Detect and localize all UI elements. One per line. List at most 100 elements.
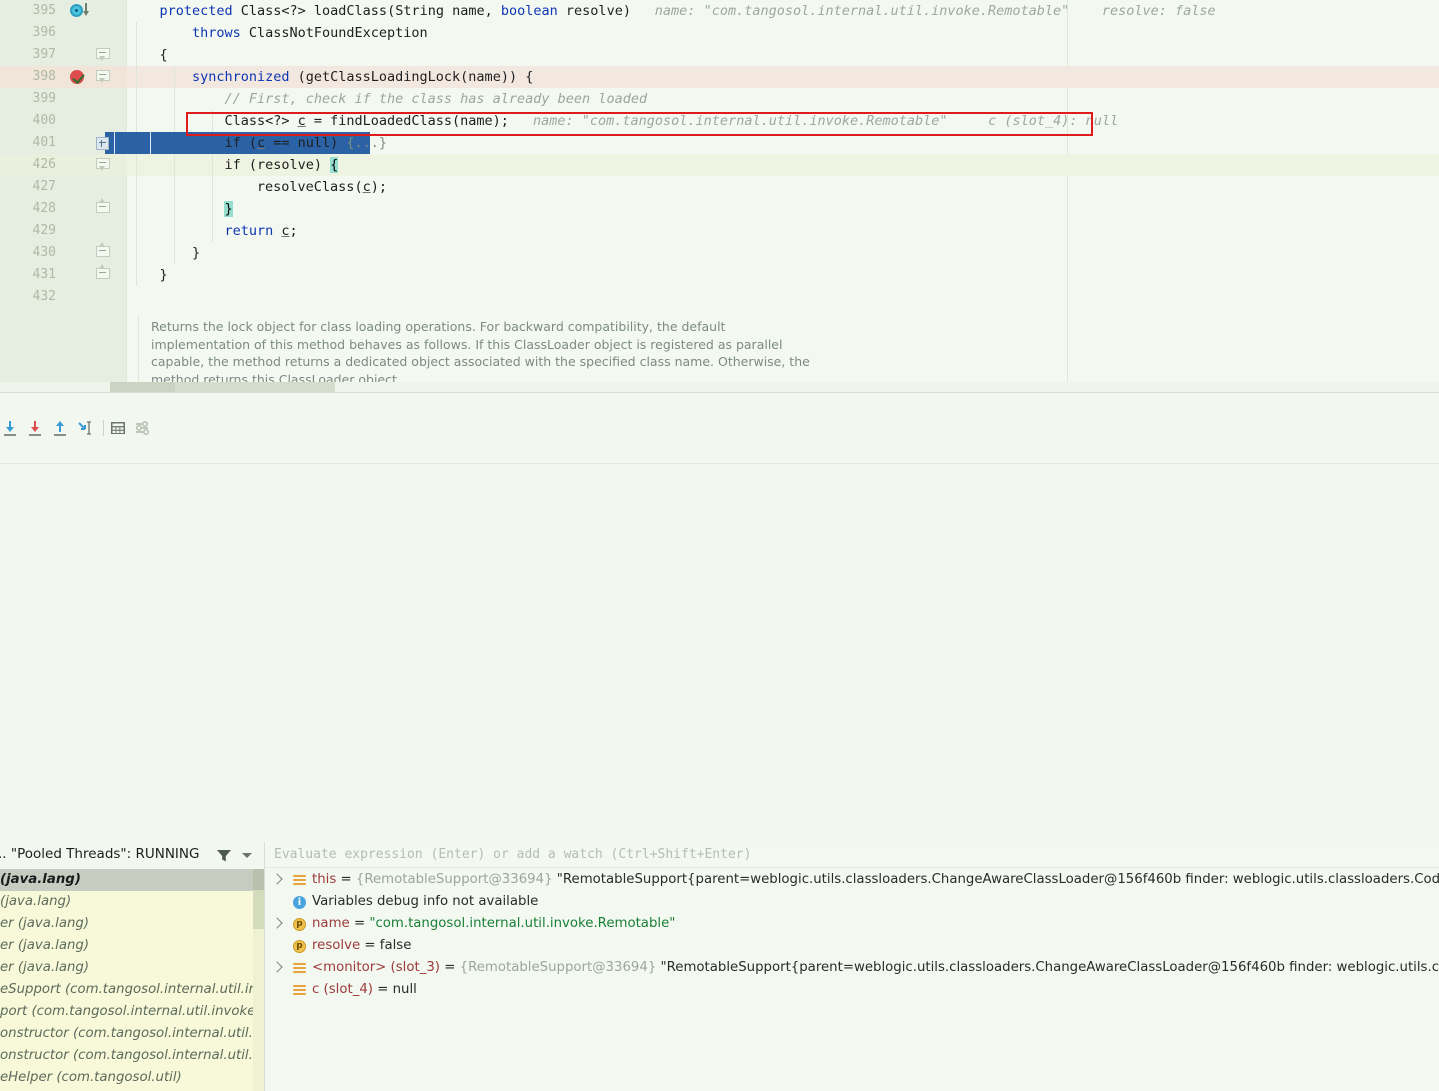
code-line[interactable]: 396 throws ClassNotFoundException <box>0 22 1439 44</box>
line-number: 427 <box>32 179 56 194</box>
indent-guide <box>174 154 175 176</box>
stack-frame-row[interactable]: eSupport (com.tangosol.internal.util.inv… <box>0 979 265 1001</box>
code-line[interactable]: 398 synchronized (getClassLoadingLock(nam… <box>0 66 1439 88</box>
code-text: { <box>159 47 168 63</box>
indent-guide <box>174 198 175 220</box>
line-number: 432 <box>32 289 56 304</box>
indent-guide <box>136 88 137 110</box>
line-number: 397 <box>32 47 56 62</box>
call-stack-frames[interactable]: (java.lang) (java.lang) er (java.lang) er … <box>0 869 265 1091</box>
filter-icon[interactable] <box>216 848 232 863</box>
code-line[interactable]: 427 resolveClass(c); <box>0 176 1439 198</box>
stack-frame-row[interactable]: eHelper (com.tangosol.util) <box>0 1067 265 1089</box>
code-line[interactable]: 399 // First, check if the class has alre… <box>0 88 1439 110</box>
indent-guide <box>174 242 175 264</box>
line-number: 426 <box>32 157 56 172</box>
line-number: 398 <box>32 69 56 84</box>
frames-scrollbar-thumb-active[interactable] <box>253 869 264 890</box>
scrollbar-thumb-overlay[interactable] <box>110 382 175 392</box>
parameter-icon: p <box>293 940 306 953</box>
code-line[interactable]: 395 protected Class<?> loadClass(String n… <box>0 0 1439 22</box>
indent-guide <box>136 198 137 220</box>
variable-row[interactable]: p resolve = false <box>265 935 1439 957</box>
fold-marker-icon[interactable] <box>96 44 112 66</box>
code-text: } <box>191 245 201 261</box>
code-lines: 395 protected Class<?> loadClass(String n… <box>0 0 1439 308</box>
variables-tree[interactable]: this = {RemotableSupport@33694} "Remotab… <box>265 869 1439 1091</box>
variable-row[interactable]: i Variables debug info not available <box>265 891 1439 913</box>
code-text: if (c == null) {...} <box>224 135 388 151</box>
variable-text: <monitor> (slot_3) = {RemotableSupport@3… <box>312 960 1439 975</box>
step-over-button[interactable] <box>0 418 20 438</box>
variables-panel: Evaluate expression (Enter) or add a wat… <box>265 842 1439 1091</box>
variable-row[interactable]: this = {RemotableSupport@33694} "Remotab… <box>265 869 1439 891</box>
code-text: protected Class<?> loadClass(String name… <box>159 3 631 19</box>
code-text: return c; <box>224 223 298 239</box>
fold-marker-icon[interactable] <box>96 198 112 220</box>
code-line[interactable]: 432 <box>0 286 1439 308</box>
code-text: synchronized (getClassLoadingLock(name))… <box>191 69 534 85</box>
chevron-right-icon[interactable] <box>271 961 283 973</box>
line-number: 401 <box>32 135 56 150</box>
run-to-cursor-button[interactable] <box>75 418 95 438</box>
breakpoint-icon[interactable] <box>68 66 92 88</box>
code-line[interactable]: 400 Class<?> c = findLoadedClass(name); na… <box>0 110 1439 132</box>
stack-frame-row[interactable]: (java.lang) <box>0 891 265 913</box>
step-into-button[interactable] <box>25 418 45 438</box>
settings-button[interactable] <box>133 418 153 438</box>
line-number: 400 <box>32 113 56 128</box>
code-line[interactable]: 397 { <box>0 44 1439 66</box>
indent-guide <box>174 220 175 242</box>
code-text: // First, check if the class has already… <box>224 91 648 107</box>
stack-frame-row[interactable]: onstructor (com.tangosol.internal.util.i… <box>0 1045 265 1067</box>
code-line[interactable]: 401 if (c == null) {...} <box>0 132 1439 154</box>
field-icon <box>293 874 306 887</box>
frames-vertical-scrollbar[interactable] <box>253 869 264 1091</box>
code-text: resolveClass(c); <box>256 179 387 195</box>
fold-marker-icon[interactable] <box>96 154 112 176</box>
indent-guide <box>174 88 175 110</box>
evaluate-expression-input[interactable]: Evaluate expression (Enter) or add a wat… <box>265 842 1439 868</box>
chevron-down-icon[interactable] <box>242 853 252 858</box>
stack-frame-row[interactable]: er (java.lang) <box>0 935 265 957</box>
indent-guide <box>136 220 137 242</box>
variable-text: resolve = false <box>312 938 412 953</box>
stack-frame-row[interactable]: port (com.tangosol.internal.util.invoke) <box>0 1001 265 1023</box>
chevron-right-icon[interactable] <box>271 917 283 929</box>
editor-horizontal-scrollbar[interactable] <box>0 382 1439 392</box>
variable-row[interactable]: p name = "com.tangosol.internal.util.invo… <box>265 913 1439 935</box>
line-number: 395 <box>32 3 56 18</box>
code-line[interactable]: 431} <box>0 264 1439 286</box>
indent-guide <box>212 176 213 198</box>
variable-text: name = "com.tangosol.internal.util.invok… <box>312 916 676 931</box>
thread-selector[interactable]: .. "Pooled Threads": RUNNING <box>0 842 265 869</box>
override-marker-icon[interactable] <box>68 0 92 22</box>
code-text: } <box>159 267 168 283</box>
code-line[interactable]: 426 if (resolve) { <box>0 154 1439 176</box>
code-line[interactable]: 428} <box>0 198 1439 220</box>
indent-guide <box>174 110 175 132</box>
stack-frame-row[interactable]: onstructor (com.tangosol.internal.util.i… <box>0 1023 265 1045</box>
stack-frame-row[interactable]: er (java.lang) <box>0 913 265 935</box>
field-icon <box>293 962 306 975</box>
code-text: Class<?> c = findLoadedClass(name); <box>224 113 509 129</box>
line-number: 431 <box>32 267 56 282</box>
variable-row[interactable]: c (slot_4) = null <box>265 979 1439 1001</box>
debugger-panel: .. "Pooled Threads": RUNNING (java.lang)… <box>0 393 1439 1091</box>
code-editor[interactable]: 395 protected Class<?> loadClass(String n… <box>0 0 1439 392</box>
chevron-right-icon[interactable] <box>271 873 283 885</box>
code-line[interactable]: 429 return c; <box>0 220 1439 242</box>
debugger-toolbar <box>0 415 1439 464</box>
fold-marker-icon[interactable] <box>96 66 112 88</box>
fold-marker-icon[interactable] <box>96 242 112 264</box>
indent-guide <box>212 154 213 176</box>
step-out-button[interactable] <box>50 418 70 438</box>
fold-expand-icon[interactable] <box>96 137 109 150</box>
code-text: if (resolve) { <box>224 157 339 173</box>
fold-marker-icon[interactable] <box>96 264 112 286</box>
variable-row[interactable]: <monitor> (slot_3) = {RemotableSupport@3… <box>265 957 1439 979</box>
stack-frame-row[interactable]: er (java.lang) <box>0 957 265 979</box>
evaluate-expression-button[interactable] <box>108 418 128 438</box>
code-line[interactable]: 430} <box>0 242 1439 264</box>
stack-frame-row[interactable]: (java.lang) <box>0 869 265 891</box>
